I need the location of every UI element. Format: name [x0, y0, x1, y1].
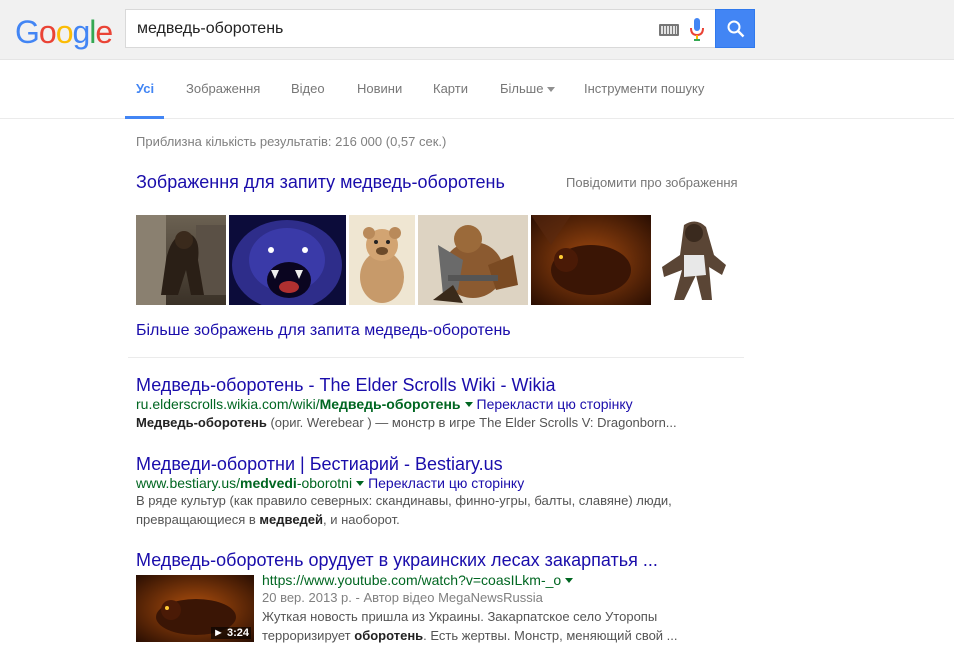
images-block-title[interactable]: Зображення для запиту медведь-оборотень: [136, 172, 505, 193]
tab-images[interactable]: Зображення: [186, 81, 260, 96]
result-snippet: Жуткая новость пришла из Украины. Закарп…: [262, 607, 742, 645]
tab-search-tools[interactable]: Інструменти пошуку: [584, 81, 704, 96]
snippet-bold: медведей: [259, 512, 324, 527]
video-meta: 20 вер. 2013 р. - Автор відео MegaNewsRu…: [262, 590, 543, 605]
result-title[interactable]: Медведь-оборотень - The Elder Scrolls Wi…: [136, 375, 556, 396]
snippet-bold: оборотень: [354, 628, 424, 643]
active-tab-indicator: [125, 116, 164, 119]
result-title[interactable]: Медведи-оборотни | Бестиарий - Bestiary.…: [136, 454, 503, 475]
result-url-text: ru.elderscrolls.wikia.com/wiki/: [136, 396, 320, 412]
result-title[interactable]: Медведь-оборотень орудует в украинских л…: [136, 550, 658, 571]
image-thumbnail[interactable]: [229, 215, 346, 305]
image-thumbnail[interactable]: [349, 215, 415, 305]
result-url-bold: medvedi: [240, 475, 297, 491]
logo-letter: o: [55, 14, 74, 50]
search-tabs: Усі Зображення Відео Новини Карти Більше…: [0, 60, 954, 119]
tab-maps[interactable]: Карти: [433, 81, 468, 96]
caret-down-icon[interactable]: [565, 577, 574, 583]
snippet-bold: Медведь-оборотень: [136, 415, 267, 430]
chevron-down-icon: [547, 87, 556, 93]
result-url: ru.elderscrolls.wikia.com/wiki/Медведь-о…: [136, 396, 633, 412]
tab-all[interactable]: Усі: [136, 81, 154, 96]
snippet-text: (ориг. Werebear ) — монстр в игре The El…: [266, 415, 677, 430]
microphone-icon[interactable]: [690, 18, 704, 42]
result-url-bold: Медведь-оборотень: [319, 396, 461, 412]
snippet-line: Жуткая новость пришла из Украины. Закарп…: [262, 609, 658, 624]
divider: [128, 357, 744, 358]
tab-news[interactable]: Новини: [357, 81, 402, 96]
result-snippet: Медведь-оборотень (ориг. Werebear ) — мо…: [136, 413, 746, 432]
tab-video[interactable]: Відео: [291, 81, 325, 96]
logo-letter: e: [95, 14, 113, 50]
video-thumbnail[interactable]: ► 3:24: [136, 575, 254, 642]
header-bar: Google: [0, 0, 954, 60]
tab-more-label: Більше: [500, 81, 544, 96]
snippet-text: , и наоборот.: [323, 512, 400, 527]
caret-down-icon[interactable]: [356, 480, 365, 486]
report-images-link[interactable]: Повідомити про зображення: [566, 175, 738, 190]
keyboard-icon[interactable]: [659, 24, 679, 36]
search-input[interactable]: [137, 19, 637, 39]
snippet-text: . Есть жертвы. Монстр, меняющий свой ...: [423, 628, 678, 643]
snippet-text: терроризирует: [262, 628, 355, 643]
result-url-text: www.bestiary.us/: [136, 475, 240, 491]
result-snippet: В ряде культур (как правило северных: ск…: [136, 491, 746, 529]
snippet-line: превращающиеся в медведей, и наоборот.: [136, 510, 746, 529]
video-duration: ► 3:24: [211, 627, 251, 639]
snippet-line: терроризирует оборотень. Есть жертвы. Мо…: [262, 626, 742, 645]
search-button[interactable]: [715, 9, 755, 48]
result-url: https://www.youtube.com/watch?v=coasILkm…: [262, 572, 577, 588]
result-url-text: https://www.youtube.com/watch?v=coasILkm…: [262, 572, 562, 588]
translate-page-link[interactable]: Перекласти цю сторінку: [368, 475, 524, 491]
result-url-suffix: -oborotni: [296, 475, 353, 491]
more-images-link[interactable]: Більше зображень для запита медведь-обор…: [136, 322, 511, 340]
image-thumbnail[interactable]: [654, 215, 736, 305]
snippet-text: превращающиеся в: [136, 512, 260, 527]
logo-letter: g: [72, 14, 90, 50]
google-logo[interactable]: Google: [15, 14, 113, 51]
image-thumbnail[interactable]: [136, 215, 226, 305]
translate-page-link[interactable]: Перекласти цю сторінку: [477, 396, 633, 412]
search-icon: [727, 20, 745, 38]
snippet-line: В ряде культур (как правило северных: ск…: [136, 493, 672, 508]
logo-letter: o: [38, 14, 57, 50]
logo-letter: G: [15, 14, 40, 50]
tab-more[interactable]: Більше: [500, 81, 556, 96]
search-box: [125, 9, 715, 48]
result-stats: Приблизна кількість результатів: 216 000…: [136, 134, 447, 149]
caret-down-icon[interactable]: [464, 401, 473, 407]
image-thumbnail[interactable]: [531, 215, 651, 305]
result-url: www.bestiary.us/medvedi-oborotni Переклас…: [136, 475, 524, 491]
image-thumbnail[interactable]: [418, 215, 528, 305]
